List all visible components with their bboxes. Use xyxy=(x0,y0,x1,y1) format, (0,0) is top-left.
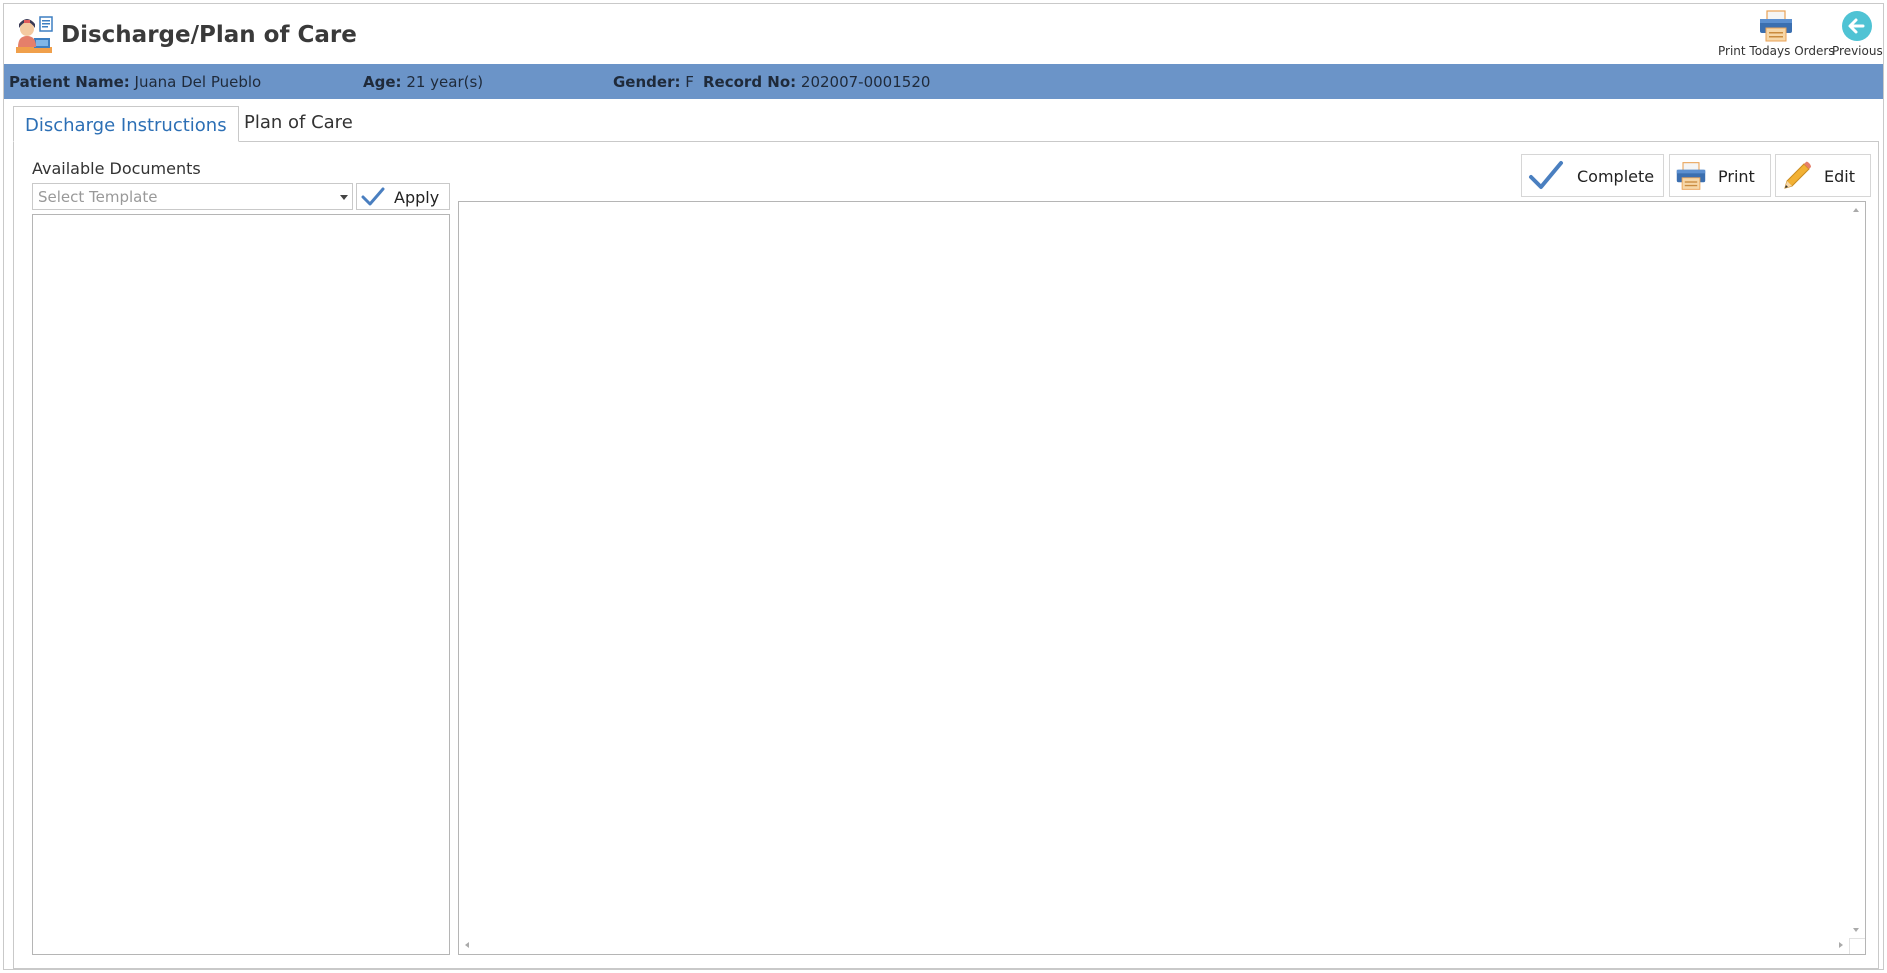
checkmark-icon xyxy=(1529,161,1563,189)
patient-gender-value: F xyxy=(685,73,694,91)
patient-name-value: Juana Del Pueblo xyxy=(134,73,262,91)
patient-age-label: Age: xyxy=(363,73,402,91)
scroll-up-arrow-icon[interactable] xyxy=(1853,208,1859,212)
scroll-left-arrow-icon[interactable] xyxy=(465,942,469,948)
patient-record-label: Record No: xyxy=(703,73,797,91)
tab-plan-of-care[interactable]: Plan of Care xyxy=(233,106,364,142)
apply-button[interactable]: Apply xyxy=(356,183,450,210)
documents-list[interactable] xyxy=(32,214,450,955)
apply-label: Apply xyxy=(394,188,440,207)
print-todays-orders-label: Print Todays Orders xyxy=(1718,44,1835,58)
patient-name-field: Patient Name: Juana Del Pueblo xyxy=(9,73,261,91)
scrollbar-corner xyxy=(1849,938,1865,954)
template-select-placeholder: Select Template xyxy=(38,188,158,206)
complete-button[interactable]: Complete xyxy=(1521,154,1664,197)
edit-button[interactable]: Edit xyxy=(1775,154,1871,197)
scroll-right-arrow-icon[interactable] xyxy=(1839,942,1843,948)
patient-gender-label: Gender: xyxy=(613,73,681,91)
patient-name-label: Patient Name: xyxy=(9,73,130,91)
tab-discharge-instructions[interactable]: Discharge Instructions xyxy=(13,106,239,142)
print-todays-orders-button[interactable]: Print Todays Orders xyxy=(1718,10,1835,58)
patient-banner: Patient Name: Juana Del Pueblo Age: 21 y… xyxy=(4,64,1883,99)
edit-label: Edit xyxy=(1824,167,1855,186)
document-editor[interactable] xyxy=(458,201,1866,955)
patient-record-value: 202007-0001520 xyxy=(800,73,931,91)
patient-gender-field: Gender: F xyxy=(613,73,694,91)
print-button[interactable]: Print xyxy=(1669,154,1771,197)
app-window: Discharge/Plan of Care Print Todays Orde… xyxy=(3,3,1884,970)
patient-age-field: Age: 21 year(s) xyxy=(363,73,483,91)
page-header: Discharge/Plan of Care Print Todays Orde… xyxy=(4,4,1883,64)
patient-age-value: 21 year(s) xyxy=(406,73,484,91)
back-arrow-icon xyxy=(1842,11,1873,41)
complete-label: Complete xyxy=(1577,167,1655,186)
pencil-icon xyxy=(1784,161,1811,189)
printer-icon xyxy=(1760,10,1793,42)
checkmark-icon xyxy=(361,187,385,206)
previous-button[interactable]: Previous xyxy=(1832,10,1883,58)
printer-icon xyxy=(1676,162,1706,190)
patient-record-field: Record No: 202007-0001520 xyxy=(703,73,930,91)
chevron-down-icon xyxy=(340,195,348,200)
page-title: Discharge/Plan of Care xyxy=(61,22,357,48)
template-select[interactable]: Select Template xyxy=(32,183,353,210)
previous-label: Previous xyxy=(1832,44,1883,58)
scroll-down-arrow-icon[interactable] xyxy=(1853,928,1859,932)
nurse-workstation-icon xyxy=(14,14,56,56)
available-documents-label: Available Documents xyxy=(32,159,201,178)
print-label: Print xyxy=(1718,167,1755,186)
discharge-instructions-panel: Available Documents Select Template Appl… xyxy=(13,141,1879,969)
